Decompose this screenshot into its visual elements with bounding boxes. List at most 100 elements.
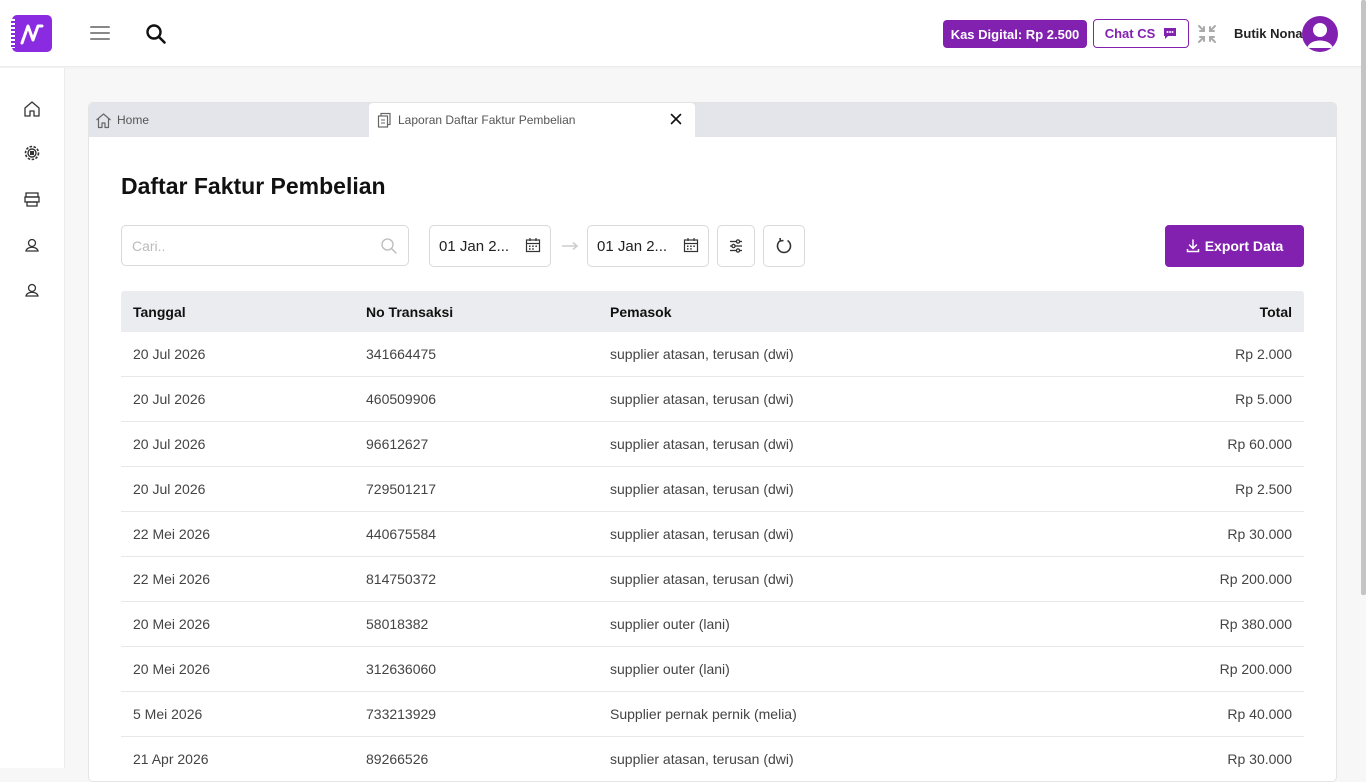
table-row[interactable]: 20 Jul 2026 729501217 supplier atasan, t… [121,467,1304,512]
top-bar: Kas Digital: Rp 2.500 Chat CS Butik Nona [0,0,1366,67]
faktur-table: Tanggal No Transaksi Pemasok Total 20 Ju… [121,291,1304,781]
search-input[interactable] [122,226,362,265]
user-name[interactable]: Butik Nona [1234,26,1303,41]
sidebar-item-settings[interactable] [20,141,44,165]
tab-active-label: Laporan Daftar Faktur Pembelian [398,113,576,127]
sidebar-item-store[interactable] [20,187,44,211]
cell-tanggal: 21 Apr 2026 [133,751,209,767]
table-row[interactable]: 20 Jul 2026 96612627 supplier atasan, te… [121,422,1304,467]
cell-pemasok: supplier atasan, terusan (dwi) [610,391,794,407]
cell-pemasok: supplier atasan, terusan (dwi) [610,526,794,542]
menu-toggle-icon[interactable] [90,26,110,42]
export-data-label: Export Data [1204,238,1284,254]
main-panel: Home Laporan Daftar Faktur Pembelian Daf… [88,102,1337,782]
refresh-button[interactable] [763,225,805,267]
cell-pemasok: supplier atasan, terusan (dwi) [610,751,794,767]
sidebar-item-customer[interactable] [20,233,44,257]
arrow-right-icon [561,238,579,256]
cell-tanggal: 22 Mei 2026 [133,571,211,587]
app-logo[interactable] [11,15,52,52]
cell-pemasok: supplier atasan, terusan (dwi) [610,571,794,587]
cell-tanggal: 5 Mei 2026 [133,706,203,722]
cell-no-transaksi: 814750372 [366,571,437,587]
cell-no-transaksi: 440675584 [366,526,437,542]
sidebar-item-staff[interactable] [20,278,44,302]
home-icon [96,112,111,128]
sidebar-item-home[interactable] [20,97,44,121]
cell-no-transaksi: 58018382 [366,616,429,632]
chat-cs-button[interactable]: Chat CS [1093,19,1189,48]
person-icon [25,238,39,252]
cell-tanggal: 20 Mei 2026 [133,616,211,632]
user-avatar[interactable] [1302,16,1338,52]
cell-tanggal: 22 Mei 2026 [133,526,211,542]
cell-pemasok: supplier outer (lani) [610,616,730,632]
search-field[interactable] [121,225,409,266]
tab-bar: Home Laporan Daftar Faktur Pembelian [89,103,1336,137]
cell-pemasok: supplier atasan, terusan (dwi) [610,436,794,452]
cell-pemasok: supplier atasan, terusan (dwi) [610,346,794,362]
chat-bubble-icon [1164,28,1177,39]
cell-tanggal: 20 Mei 2026 [133,661,211,677]
table-row[interactable]: 5 Mei 2026 733213929 Supplier pernak per… [121,692,1304,737]
table-row[interactable]: 20 Mei 2026 58018382 supplier outer (lan… [121,602,1304,647]
cell-tanggal: 20 Jul 2026 [133,481,206,497]
cell-total: Rp 380.000 [1219,616,1292,632]
table-row[interactable]: 22 Mei 2026 814750372 supplier atasan, t… [121,557,1304,602]
home-icon [24,101,40,117]
gear-icon [24,145,40,161]
tab-home[interactable]: Home [95,103,369,137]
store-icon [24,192,40,207]
cell-no-transaksi: 729501217 [366,481,437,497]
cell-no-transaksi: 312636060 [366,661,437,677]
page-title: Daftar Faktur Pembelian [121,173,386,199]
document-icon [377,112,391,128]
table-row[interactable]: 20 Mei 2026 312636060 supplier outer (la… [121,647,1304,692]
user-avatar-icon [1307,23,1333,48]
cell-total: Rp 5.000 [1235,391,1292,407]
table-row[interactable]: 21 Apr 2026 89266526 supplier atasan, te… [121,737,1304,781]
filter-button[interactable] [717,225,755,267]
cell-pemasok: Supplier pernak pernik (melia) [610,706,797,722]
refresh-icon [776,237,792,254]
cell-tanggal: 20 Jul 2026 [133,436,206,452]
cell-no-transaksi: 341664475 [366,346,437,362]
table-row[interactable]: 20 Jul 2026 341664475 supplier atasan, t… [121,332,1304,377]
date-from-picker[interactable]: 01 Jan 2... [429,225,551,267]
table-row[interactable]: 22 Mei 2026 440675584 supplier atasan, t… [121,512,1304,557]
cell-pemasok: supplier atasan, terusan (dwi) [610,481,794,497]
column-header-total[interactable]: Total [1098,304,1304,320]
close-icon[interactable] [669,112,683,129]
column-header-tanggal[interactable]: Tanggal [121,304,354,320]
export-data-button[interactable]: Export Data [1165,225,1304,267]
cell-total: Rp 2.500 [1235,481,1292,497]
cell-no-transaksi: 733213929 [366,706,437,722]
cell-total: Rp 40.000 [1227,706,1292,722]
column-header-pemasok[interactable]: Pemasok [598,304,1098,320]
cell-pemasok: supplier outer (lani) [610,661,730,677]
table-row[interactable]: 20 Jul 2026 460509906 supplier atasan, t… [121,377,1304,422]
cell-tanggal: 20 Jul 2026 [133,391,206,407]
cell-no-transaksi: 460509906 [366,391,437,407]
cell-total: Rp 30.000 [1227,526,1292,542]
page-scrollbar[interactable] [1361,0,1366,595]
logo-mark-icon [20,24,44,44]
search-icon [380,237,398,260]
column-header-no-transaksi[interactable]: No Transaksi [354,304,598,320]
sidebar [0,68,65,768]
cell-total: Rp 200.000 [1219,571,1292,587]
cell-tanggal: 20 Jul 2026 [133,346,206,362]
table-header: Tanggal No Transaksi Pemasok Total [121,291,1304,332]
cell-total: Rp 2.000 [1235,346,1292,362]
sliders-icon [730,239,742,253]
cell-total: Rp 30.000 [1227,751,1292,767]
date-to-value: 01 Jan 2... [597,237,668,255]
search-icon[interactable] [145,23,167,50]
date-from-value: 01 Jan 2... [439,237,510,255]
date-to-picker[interactable]: 01 Jan 2... [587,225,709,267]
cell-total: Rp 200.000 [1219,661,1292,677]
compress-screen-icon[interactable] [1197,24,1217,49]
cell-no-transaksi: 89266526 [366,751,429,767]
tab-laporan-faktur[interactable]: Laporan Daftar Faktur Pembelian [369,103,695,137]
kas-digital-button[interactable]: Kas Digital: Rp 2.500 [943,20,1087,48]
